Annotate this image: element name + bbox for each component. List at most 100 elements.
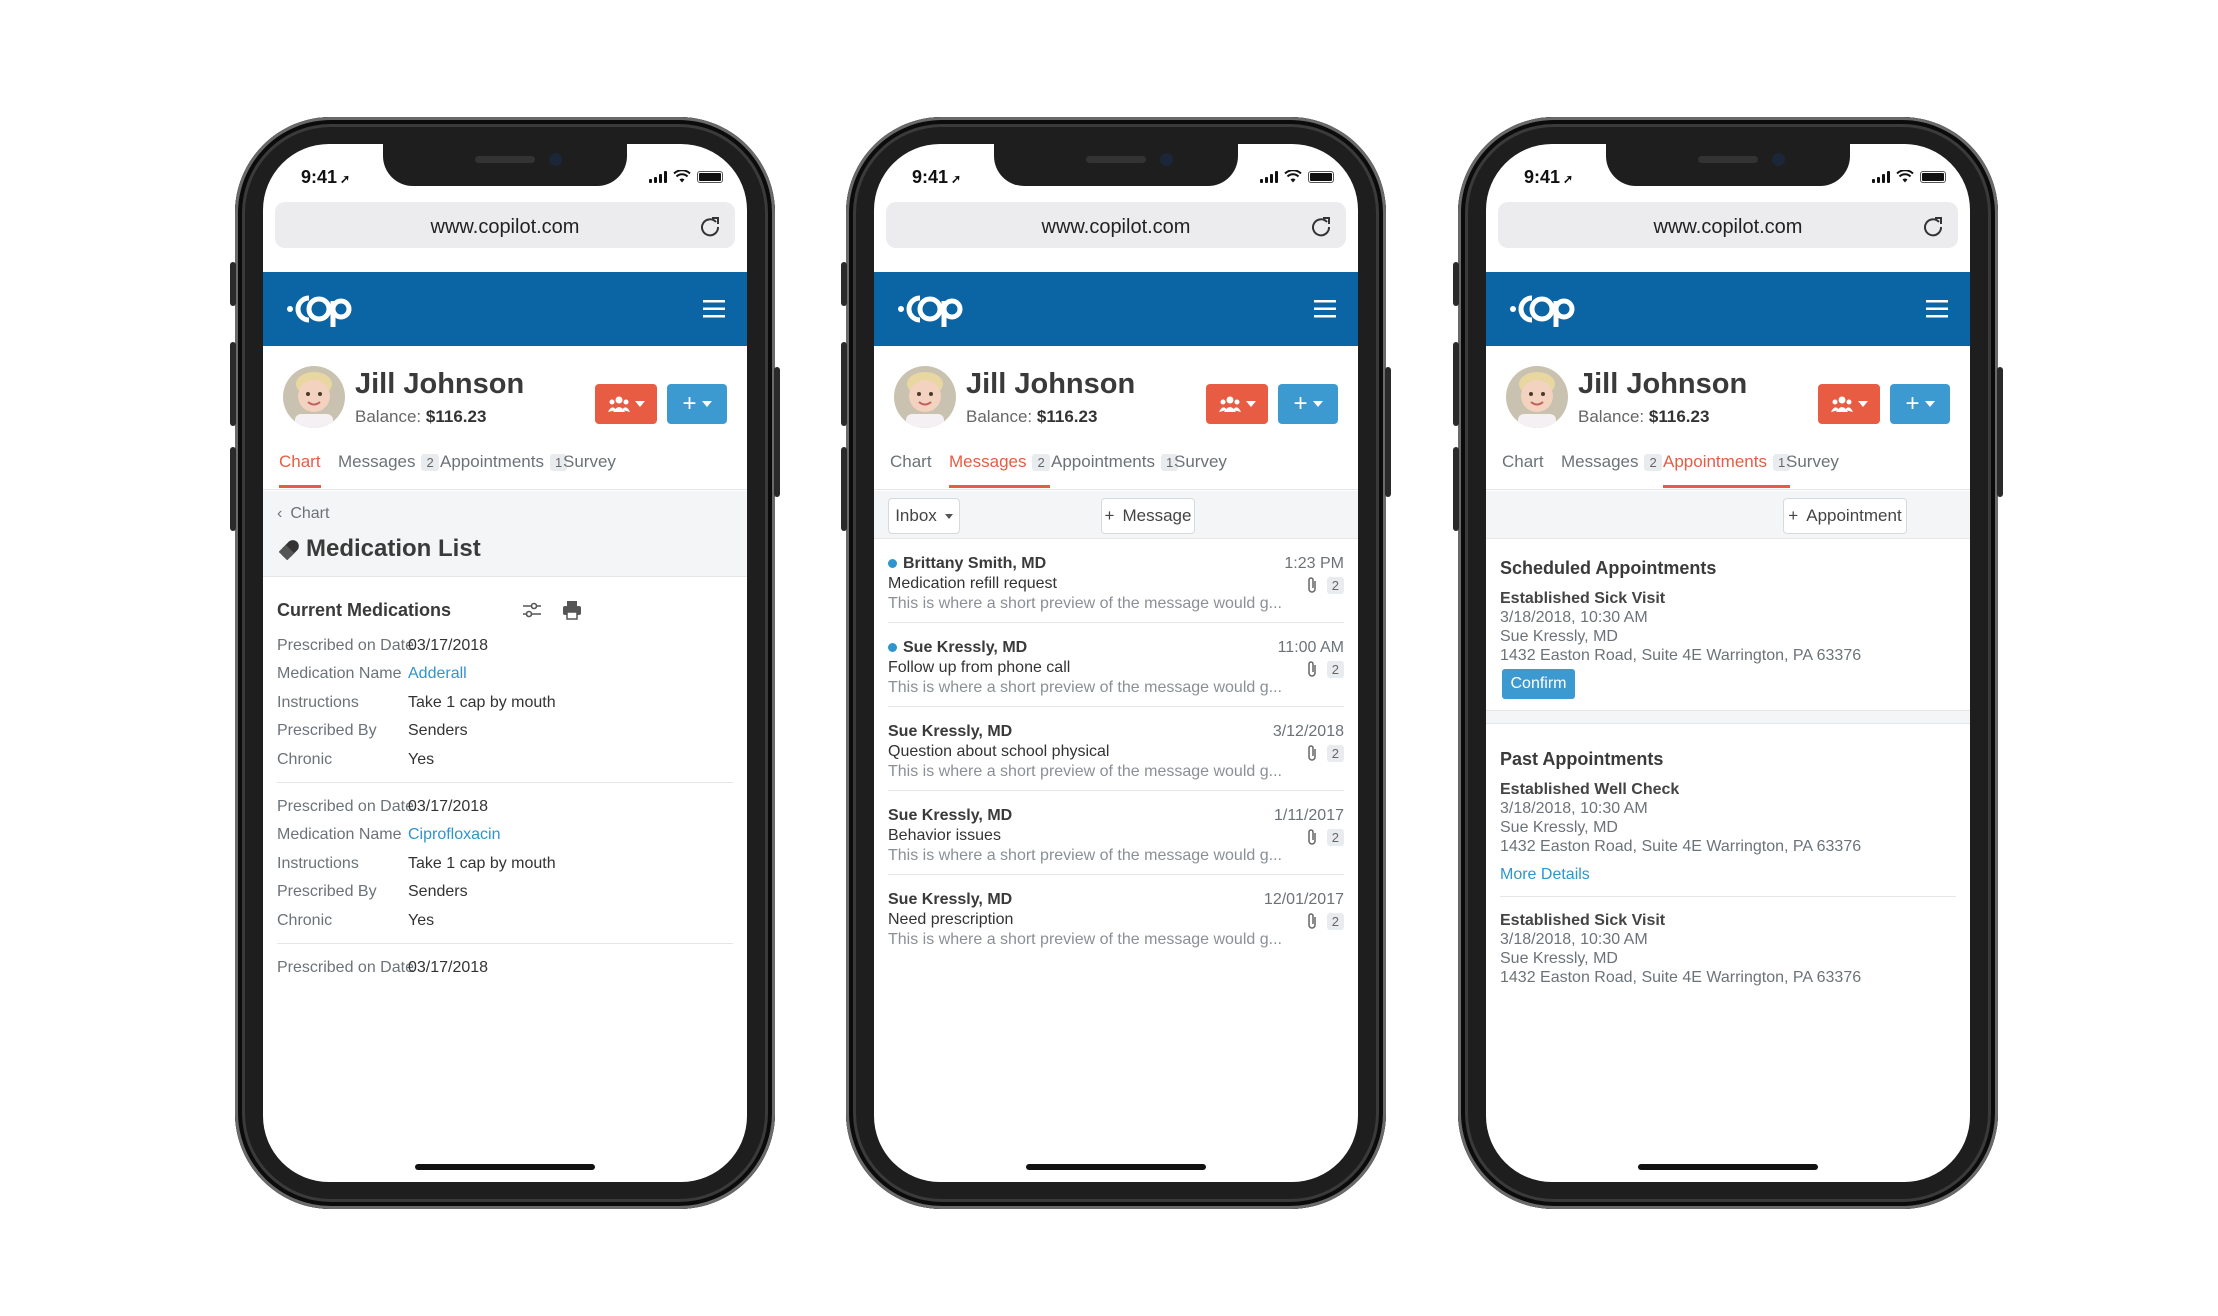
copilot-logo-icon[interactable] xyxy=(285,289,355,329)
tab-chart[interactable]: Chart xyxy=(279,452,321,488)
divider xyxy=(888,622,1344,623)
home-indicator[interactable] xyxy=(1638,1164,1818,1170)
tab-messages[interactable]: Messages 2 xyxy=(949,452,1050,488)
caret-down-icon xyxy=(944,513,953,519)
family-button[interactable] xyxy=(1818,384,1880,424)
avatar xyxy=(894,366,956,428)
tab-appointments[interactable]: Appointments 1 xyxy=(1663,452,1791,488)
reload-icon[interactable] xyxy=(1310,215,1332,237)
message-preview: This is where a short preview of the mes… xyxy=(888,763,1282,780)
power-button xyxy=(1997,367,2003,497)
tab-survey[interactable]: Survey xyxy=(563,452,616,488)
location-icon: ➚ xyxy=(951,172,962,186)
plus-icon: + xyxy=(1293,390,1308,417)
message-subject: Medication refill request xyxy=(888,575,1057,592)
attachment-count: 2 xyxy=(1305,827,1344,846)
wifi-icon xyxy=(1896,170,1914,183)
caret-down-icon xyxy=(701,401,712,407)
message-row[interactable]: Brittany Smith, MD 1:23 PM Medication re… xyxy=(874,540,1358,624)
plus-icon: + xyxy=(682,390,697,417)
filter-icon[interactable] xyxy=(523,602,541,618)
appointment-address: 1432 Easton Road, Suite 4E Warrington, P… xyxy=(1500,647,1862,664)
breadcrumb[interactable]: ‹ Chart xyxy=(277,505,329,523)
family-button[interactable] xyxy=(595,384,657,424)
new-message-button[interactable]: + Message xyxy=(1101,498,1195,534)
new-appointment-button[interactable]: + Appointment xyxy=(1783,498,1907,534)
tab-chart[interactable]: Chart xyxy=(890,452,932,488)
tab-bar: Chart Messages 2 Appointments 1 Survey xyxy=(874,440,1358,490)
family-button[interactable] xyxy=(1206,384,1268,424)
tab-survey[interactable]: Survey xyxy=(1174,452,1227,488)
hamburger-menu-icon[interactable] xyxy=(1926,300,1948,318)
toolbar: + Appointment xyxy=(1486,491,1970,539)
screen: 9:41 ➚ www.copilot.com Jill Johnson Balan… xyxy=(874,144,1358,1182)
screen: 9:41 ➚ www.copilot.com Jill Johnson Balan… xyxy=(263,144,747,1182)
patient-balance: Balance: $116.23 xyxy=(355,407,487,426)
status-time: 9:41 xyxy=(1524,167,1561,187)
paperclip-icon xyxy=(1308,744,1316,761)
add-button[interactable]: + xyxy=(1278,384,1338,424)
tab-messages[interactable]: Messages 2 xyxy=(338,452,439,488)
notch xyxy=(383,144,627,186)
reload-icon[interactable] xyxy=(1922,215,1944,237)
field-label: Chronic xyxy=(277,912,333,929)
confirm-button[interactable]: Confirm xyxy=(1502,669,1575,699)
location-icon: ➚ xyxy=(1563,172,1574,186)
attachment-count: 2 xyxy=(1305,743,1344,762)
tab-appointments[interactable]: Appointments 1 xyxy=(440,452,568,488)
medication-name-link[interactable]: Adderall xyxy=(408,665,467,683)
paperclip-icon xyxy=(1308,576,1316,593)
patient-name: Jill Johnson xyxy=(355,368,525,400)
add-button[interactable]: + xyxy=(1890,384,1950,424)
volume-up-button xyxy=(230,342,236,426)
attachment-count: 2 xyxy=(1305,911,1344,930)
mute-switch xyxy=(841,262,847,306)
tab-survey[interactable]: Survey xyxy=(1786,452,1839,488)
appointment-datetime: 3/18/2018, 10:30 AM xyxy=(1500,800,1648,817)
address-bar[interactable]: www.copilot.com xyxy=(886,202,1346,248)
hamburger-menu-icon[interactable] xyxy=(703,300,725,318)
divider xyxy=(888,706,1344,707)
inbox-dropdown[interactable]: Inbox xyxy=(888,498,960,534)
toolbar: Inbox + Message xyxy=(874,491,1358,539)
medication-name-link[interactable]: Ciprofloxacin xyxy=(408,826,500,844)
reload-icon[interactable] xyxy=(699,215,721,237)
message-row[interactable]: Sue Kressly, MD 11:00 AM Follow up from … xyxy=(874,624,1358,708)
home-indicator[interactable] xyxy=(1026,1164,1206,1170)
message-subject: Follow up from phone call xyxy=(888,659,1071,676)
copilot-logo-icon[interactable] xyxy=(896,289,966,329)
page-header: ‹ Chart Medication List xyxy=(263,491,747,577)
app-header xyxy=(874,272,1358,346)
copilot-logo-icon[interactable] xyxy=(1508,289,1578,329)
field-label: Prescribed By xyxy=(277,883,377,900)
appointment-address: 1432 Easton Road, Suite 4E Warrington, P… xyxy=(1500,969,1862,986)
tab-appointments[interactable]: Appointments 1 xyxy=(1051,452,1179,488)
home-indicator[interactable] xyxy=(415,1164,595,1170)
field-label: Prescribed By xyxy=(277,722,377,739)
appointment-address: 1432 Easton Road, Suite 4E Warrington, P… xyxy=(1500,838,1862,855)
tab-chart[interactable]: Chart xyxy=(1502,452,1544,488)
patient-balance: Balance: $116.23 xyxy=(1578,407,1710,426)
hamburger-menu-icon[interactable] xyxy=(1314,300,1336,318)
address-bar[interactable]: www.copilot.com xyxy=(1498,202,1958,248)
add-button[interactable]: + xyxy=(667,384,727,424)
more-details-link[interactable]: More Details xyxy=(1500,866,1590,884)
divider xyxy=(277,782,733,783)
message-time: 3/12/2018 xyxy=(1272,723,1344,740)
page-title: Medication List xyxy=(306,535,481,562)
signal-icon xyxy=(1260,170,1278,183)
message-row[interactable]: Sue Kressly, MD 1/11/2017 Behavior issue… xyxy=(874,792,1358,876)
message-row[interactable]: Sue Kressly, MD 12/01/2017 Need prescrip… xyxy=(874,876,1358,960)
address-bar[interactable]: www.copilot.com xyxy=(275,202,735,248)
appointment-datetime: 3/18/2018, 10:30 AM xyxy=(1500,609,1648,626)
tab-messages[interactable]: Messages 2 xyxy=(1561,452,1662,488)
tab-bar: Chart Messages 2 Appointments 1 Survey xyxy=(1486,440,1970,490)
power-button xyxy=(1385,367,1391,497)
print-icon[interactable] xyxy=(562,600,582,620)
app-header xyxy=(263,272,747,346)
message-time: 1:23 PM xyxy=(1284,555,1344,572)
message-subject: Behavior issues xyxy=(888,827,1001,844)
plus-icon: + xyxy=(1905,390,1920,417)
message-row[interactable]: Sue Kressly, MD 3/12/2018 Question about… xyxy=(874,708,1358,792)
app-header xyxy=(1486,272,1970,346)
